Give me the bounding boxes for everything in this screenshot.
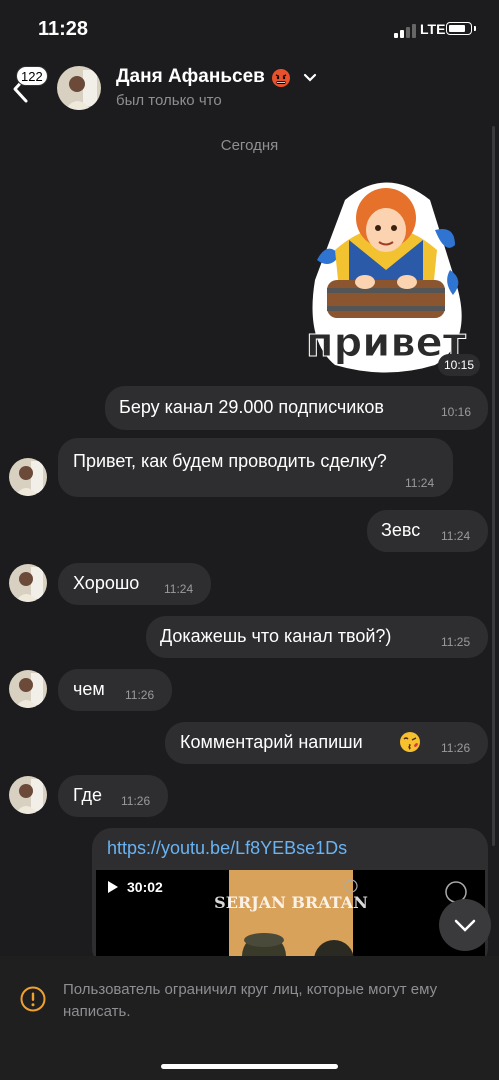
- angry-face-emoji-icon: [272, 69, 290, 87]
- message-time: 11:24: [441, 529, 471, 543]
- play-icon[interactable]: [107, 880, 119, 894]
- message-time: 11:26: [441, 741, 471, 755]
- message-text: Привет, как будем проводить сделку?: [73, 451, 387, 471]
- unread-count-badge[interactable]: 122: [16, 66, 48, 86]
- sender-avatar[interactable]: [9, 458, 47, 496]
- message-time: 11:26: [121, 794, 151, 808]
- contact-name[interactable]: Даня Афаньсев: [116, 66, 265, 88]
- sender-avatar[interactable]: [9, 670, 47, 708]
- message-text: Где: [73, 785, 103, 805]
- battery-level: [449, 25, 465, 32]
- kissing-face-emoji-icon: [400, 732, 420, 752]
- warning-icon: [20, 986, 46, 1012]
- signal-icon: [394, 24, 416, 38]
- sender-avatar[interactable]: [9, 776, 47, 814]
- message-time: 10:15: [438, 354, 481, 376]
- message-text: Хорошо: [73, 573, 140, 593]
- video-duration: 30:02: [127, 879, 163, 895]
- message-text: Беру канал 29.000 подписчиков: [119, 397, 384, 417]
- youtube-link[interactable]: https://youtu.be/Lf8YEBse1Ds: [107, 838, 347, 859]
- contact-avatar[interactable]: [57, 66, 101, 110]
- message-time: 10:16: [441, 405, 472, 419]
- chat-scrollbar[interactable]: [492, 126, 495, 846]
- battery-icon: [446, 22, 472, 35]
- network-label: LTE: [420, 21, 446, 37]
- scroll-to-bottom-button[interactable]: [439, 899, 491, 951]
- message-text: Комментарий напиши: [180, 732, 363, 752]
- sticker-privet[interactable]: привет: [305, 170, 467, 375]
- chevron-down-icon[interactable]: [302, 72, 318, 84]
- chevron-down-icon: [454, 919, 476, 932]
- home-indicator[interactable]: [161, 1064, 338, 1069]
- message-time: 11:24: [405, 476, 435, 490]
- contact-status: был только что: [116, 92, 222, 109]
- status-time: 11:28: [38, 18, 89, 40]
- poster-title: SERJAN BRATAN: [214, 893, 368, 912]
- message-time: 11:26: [125, 688, 155, 702]
- message-time: 11:25: [441, 635, 471, 649]
- message-text: Докажешь что канал твой?): [160, 626, 392, 646]
- message-text: Зевс: [381, 520, 421, 540]
- date-separator: Сегодня: [220, 137, 279, 154]
- restriction-notice: Пользователь ограничил круг лиц, которые…: [63, 981, 438, 1020]
- sender-avatar[interactable]: [9, 564, 47, 602]
- battery-tip: [474, 26, 476, 31]
- message-time: 11:24: [164, 582, 194, 596]
- message-text: чем: [73, 679, 105, 699]
